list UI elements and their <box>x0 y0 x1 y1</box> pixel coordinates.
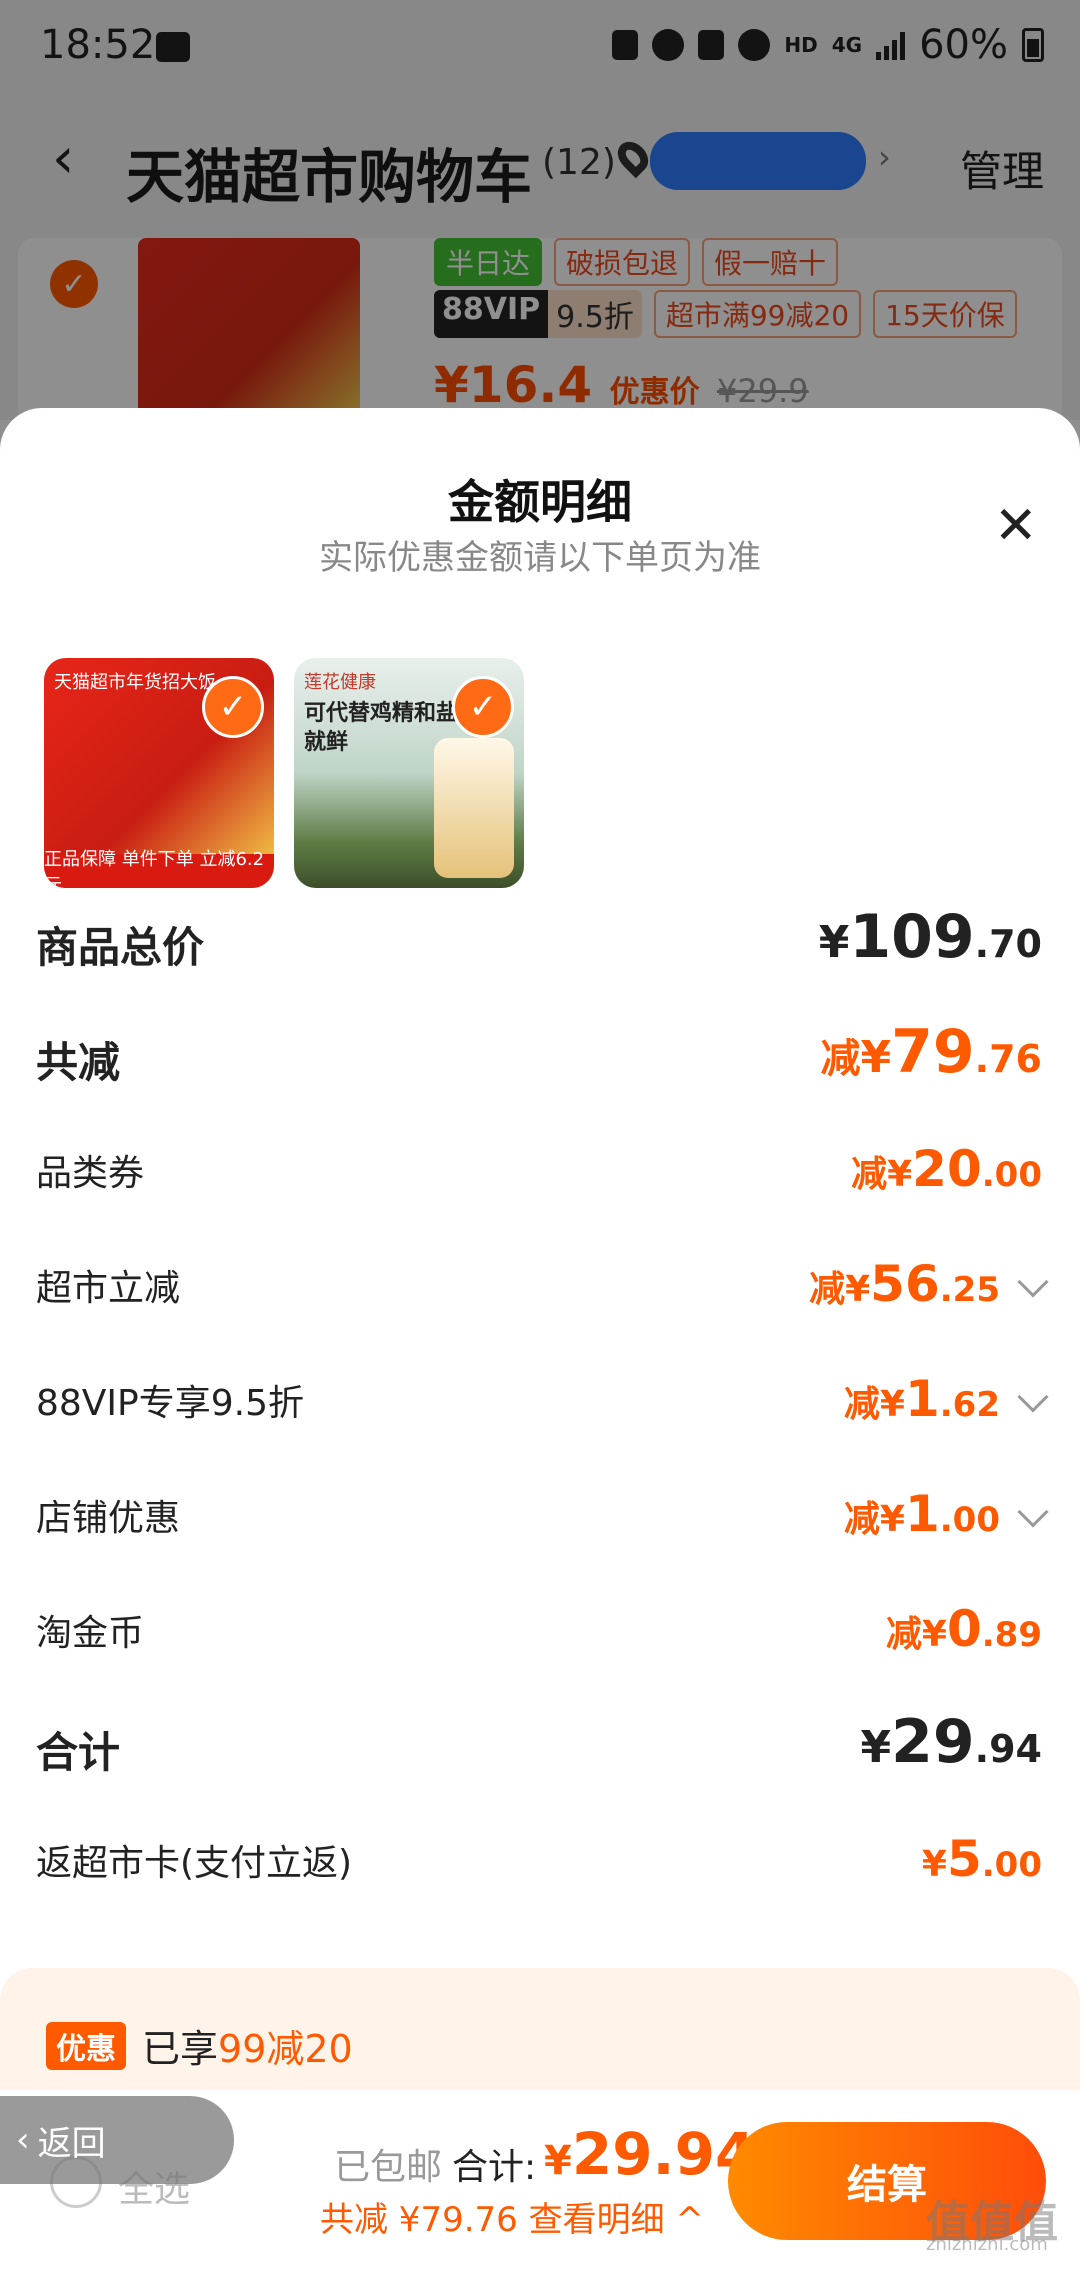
product-image-top-text: 天猫超市年货招大饭 <box>54 672 216 693</box>
row-label: 品类券 <box>36 1153 145 1194</box>
chevron-down-icon[interactable] <box>1017 1266 1049 1298</box>
row-label: 淘金币 <box>36 1613 145 1654</box>
dim-overlay[interactable] <box>0 0 1080 420</box>
row-value: ¥109.70 <box>818 902 1042 972</box>
row-label: 88VIP专享9.5折 <box>36 1383 305 1424</box>
row-gold-coins: 淘金币 减¥0.89 <box>0 1578 1080 1678</box>
sheet-subtitle: 实际优惠金额请以下单页为准 <box>319 538 761 578</box>
row-value: ¥5.00 <box>921 1830 1042 1888</box>
product-image-chips[interactable]: 天猫超市年货招大饭 ✓ 正品保障 单件下单 立减6.2元 <box>44 658 274 888</box>
back-button[interactable]: ‹ 返回 <box>0 2096 234 2184</box>
row-value: 减¥1.62 <box>843 1370 1000 1428</box>
product-image-brand: 莲花健康 <box>304 672 376 693</box>
row-store-discount[interactable]: 店铺优惠 减¥1.00 <box>0 1463 1080 1563</box>
row-value: 减¥0.89 <box>885 1600 1042 1658</box>
promo-tag: 优惠 <box>46 2022 126 2070</box>
row-label: 合计 <box>36 1728 121 1777</box>
chevron-down-icon[interactable] <box>1017 1496 1049 1528</box>
seasoning-bottle <box>434 738 514 878</box>
shipping-label: 已包邮 <box>334 2147 443 2188</box>
row-market-card-rebate: 返超市卡(支付立返) ¥5.00 <box>0 1808 1080 1908</box>
row-label: 返超市卡(支付立返) <box>36 1843 353 1884</box>
chevron-down-icon[interactable] <box>1017 1381 1049 1413</box>
row-value: ¥29.94 <box>860 1707 1042 1777</box>
row-sum: 合计 ¥29.94 <box>0 1693 1080 1793</box>
back-label: 返回 <box>37 2123 106 2164</box>
close-icon[interactable]: ✕ <box>994 500 1038 552</box>
row-label: 超市立减 <box>36 1268 181 1309</box>
row-total-price: 商品总价 ¥109.70 <box>0 888 1080 988</box>
sheet-title: 金额明细 <box>448 475 632 529</box>
product-image-caption: 正品保障 单件下单 立减6.2元 <box>44 849 274 888</box>
view-detail-link[interactable]: 共减 ¥79.76 查看明细 ^ <box>320 2192 704 2241</box>
row-value: 减¥20.00 <box>851 1140 1042 1198</box>
selected-check-icon: ✓ <box>452 676 514 738</box>
chevron-left-icon: ‹ <box>16 2120 30 2160</box>
row-value: 减¥79.76 <box>820 1017 1042 1087</box>
promo-banner: 优惠 已享99减20 <box>0 1968 1080 2108</box>
row-label: 共减 <box>36 1038 121 1087</box>
watermark-logo: 值值值 zhizhizhi.com <box>926 2197 1058 2255</box>
row-label: 店铺优惠 <box>36 1498 181 1539</box>
product-image-seasoning[interactable]: 莲花健康 可代替鸡精和盐 一勺就鲜 ✓ <box>294 658 524 888</box>
row-category-coupon: 品类券 减¥20.00 <box>0 1118 1080 1218</box>
selected-check-icon: ✓ <box>202 676 264 738</box>
row-value: 减¥56.25 <box>809 1255 1000 1313</box>
row-value: 减¥1.00 <box>843 1485 1000 1543</box>
row-total-discount: 共减 减¥79.76 <box>0 1003 1080 1103</box>
row-market-discount[interactable]: 超市立减 减¥56.25 <box>0 1233 1080 1333</box>
amount-detail-sheet: 金额明细 实际优惠金额请以下单页为准 ✕ 天猫超市年货招大饭 ✓ 正品保障 单件… <box>0 408 1080 2272</box>
promo-text: 已享99减20 <box>142 2027 353 2071</box>
row-label: 商品总价 <box>36 923 205 972</box>
total-label: 合计: <box>452 2147 537 2188</box>
row-vip-discount[interactable]: 88VIP专享9.5折 减¥1.62 <box>0 1348 1080 1448</box>
total-value: ¥29.94 <box>544 2120 756 2188</box>
